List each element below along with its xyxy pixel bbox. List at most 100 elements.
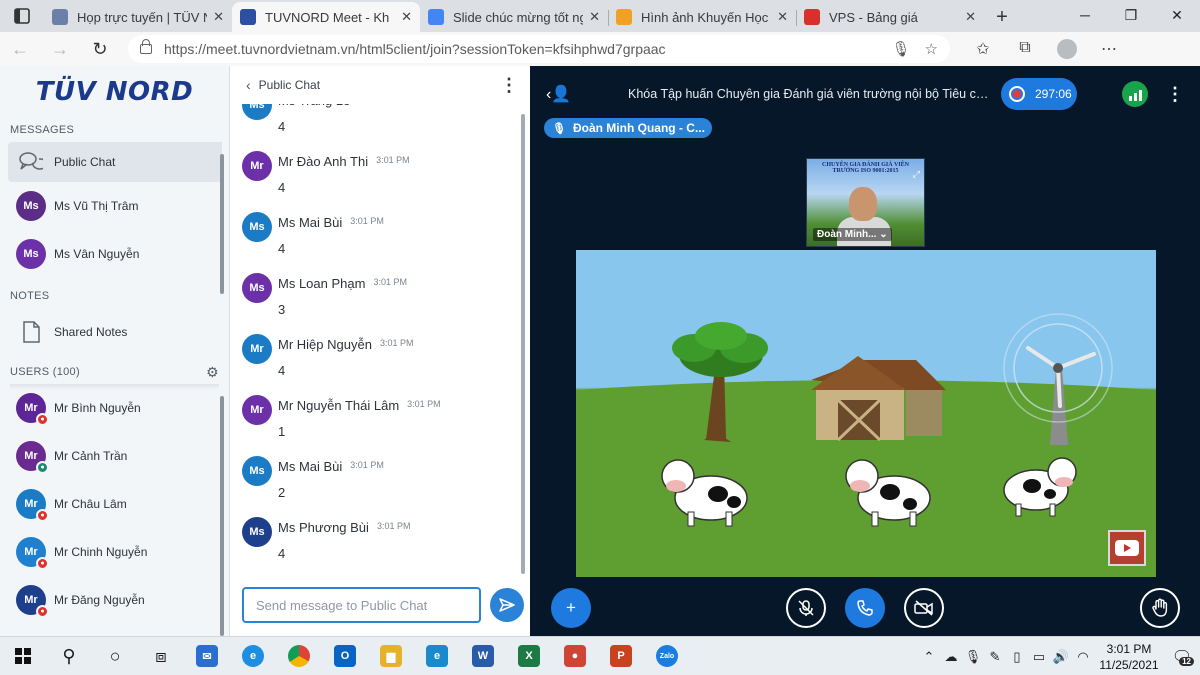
phone-icon <box>857 600 873 616</box>
users-scrollbar[interactable] <box>220 396 224 636</box>
webcam-name-label[interactable]: Đoàn Minh... ⌄ <box>813 228 892 241</box>
notification-center-icon[interactable]: 🗨12 <box>1164 647 1200 667</box>
meeting-favicon-icon <box>52 9 68 25</box>
file-explorer-icon[interactable]: ▆ <box>368 637 414 675</box>
private-chat-item[interactable]: Ms Ms Vân Nguyễn <box>0 230 229 278</box>
battery-icon[interactable]: ▭ <box>1028 649 1050 665</box>
chat-scrollbar[interactable] <box>521 114 525 574</box>
meeting-options-kebab-icon[interactable]: ⋮ <box>1166 84 1184 105</box>
chat-title[interactable]: Public Chat <box>259 78 320 92</box>
users-settings-gear-icon[interactable]: ⚙ <box>206 364 219 381</box>
word-icon[interactable]: W <box>460 637 506 675</box>
profile-icon[interactable] <box>1046 39 1088 59</box>
workspaces-icon[interactable] <box>0 0 44 32</box>
chat-timestamp: 3:01 PM <box>376 521 411 531</box>
search-icon[interactable]: ⚲ <box>46 637 92 675</box>
chevron-left-icon[interactable]: ‹ <box>246 77 251 93</box>
private-chat-item[interactable]: Ms Ms Vũ Thị Trâm <box>0 182 229 230</box>
collections-icon[interactable]: ⧉ <box>1004 39 1046 59</box>
outlook-icon[interactable]: O <box>322 637 368 675</box>
taskbar-clock[interactable]: 3:01 PM 11/25/2021 <box>1094 641 1164 673</box>
chat-message-body: Mr Đào Anh Thi 3:01 PM 4 <box>278 151 410 195</box>
notes-section-label: NOTES <box>0 284 229 308</box>
user-list-item[interactable]: Mr ● Mr Bình Nguyễn <box>0 384 229 432</box>
chat-message-input[interactable] <box>242 587 482 623</box>
pen-icon[interactable]: ✎ <box>984 649 1006 665</box>
minimize-icon[interactable]: ─ <box>1062 0 1108 30</box>
favorites-icon[interactable]: ✩ <box>962 39 1004 59</box>
user-list-item[interactable]: Mr ● Mr Chinh Nguyễn <box>0 528 229 576</box>
lock-icon[interactable] <box>140 39 152 54</box>
restore-icon[interactable]: ❐ <box>1108 0 1154 30</box>
browser-tab[interactable]: TUVNORD Meet - Kh ✕ <box>232 2 420 32</box>
send-message-button[interactable] <box>490 588 524 622</box>
chrome-profile-icon[interactable]: ● <box>552 637 598 675</box>
toggle-userlist-icon[interactable]: ‹👤 <box>546 84 586 104</box>
close-tab-icon[interactable]: ✕ <box>401 9 412 25</box>
forward-arrow-icon[interactable]: → <box>40 39 80 60</box>
zalo-icon[interactable]: Zalo <box>644 637 690 675</box>
mute-microphone-button[interactable] <box>786 588 826 628</box>
microphone-icon[interactable]: 🎙 <box>892 40 911 58</box>
talker-name: Đoàn Minh Quang - C... <box>572 121 705 135</box>
meeting-top-bar: ‹👤 Khóa Tập huấn Chuyên gia Đánh giá viê… <box>530 76 1200 112</box>
add-favorite-icon[interactable]: ☆ <box>925 40 938 58</box>
windows-start-icon[interactable] <box>0 637 46 675</box>
chat-message: Mr Mr Nguyễn Thái Lâm 3:01 PM 1 <box>242 395 512 439</box>
mail-icon[interactable]: ✉ <box>184 637 230 675</box>
user-list-item[interactable]: Mr ● Mr Châu Lâm <box>0 480 229 528</box>
browser-tab[interactable]: Hình ảnh Khuyến Học tải x ✕ <box>608 2 796 32</box>
chevron-up-icon[interactable]: ⌃ <box>918 649 940 665</box>
browser-tab[interactable]: Slide chúc mừng tốt nghiệ ✕ <box>420 2 608 32</box>
avatar-initials: Ms <box>249 465 265 477</box>
browser-tab[interactable]: VPS - Bảng giá ✕ <box>796 2 984 32</box>
chat-bubbles-icon <box>16 147 46 177</box>
reload-icon[interactable]: ↻ <box>80 39 120 60</box>
public-chat-item[interactable]: Public Chat <box>8 142 222 182</box>
actions-plus-button[interactable]: + <box>551 588 591 628</box>
powerpoint-icon[interactable]: P <box>598 637 644 675</box>
webcam-video[interactable]: CHUYÊN GIA ĐÁNH GIÁ VIÊN TRƯỞNG ISO 9001… <box>806 158 925 247</box>
leave-audio-button[interactable] <box>845 588 885 628</box>
new-tab-button[interactable]: + <box>984 2 1020 32</box>
cortana-icon[interactable]: ○ <box>92 637 138 675</box>
close-tab-icon[interactable]: ✕ <box>965 9 976 25</box>
recording-indicator[interactable]: 297:06 <box>1001 78 1077 110</box>
close-tab-icon[interactable]: ✕ <box>213 9 224 25</box>
url-field[interactable]: https://meet.tuvnordvietnam.vn/html5clie… <box>128 35 950 63</box>
close-tab-icon[interactable]: ✕ <box>589 9 600 25</box>
task-view-icon[interactable]: ⧈ <box>138 637 184 675</box>
chat-message-body: Ms Mai Bùi 3:01 PM 2 <box>278 456 384 500</box>
avatar-initials: Mr <box>250 343 264 355</box>
edge-icon[interactable]: e <box>414 637 460 675</box>
wifi-icon[interactable]: ◠ <box>1072 649 1094 665</box>
back-arrow-icon[interactable]: ← <box>0 39 40 60</box>
farm-scene-illustration <box>576 313 1156 577</box>
connection-status-icon[interactable] <box>1122 81 1148 107</box>
youtube-video-icon[interactable] <box>1108 530 1146 566</box>
volume-icon[interactable]: 🔊 <box>1050 649 1072 665</box>
close-tab-icon[interactable]: ✕ <box>777 9 788 25</box>
app-glyph: W <box>472 645 494 667</box>
user-list-item[interactable]: Mr ● Mr Cảnh Trần <box>0 432 229 480</box>
chat-options-kebab-icon[interactable]: ⋮ <box>500 75 518 96</box>
internet-explorer-icon[interactable]: e <box>230 637 276 675</box>
url-text[interactable]: https://meet.tuvnordvietnam.vn/html5clie… <box>164 41 878 57</box>
close-window-icon[interactable]: ✕ <box>1154 0 1200 30</box>
onedrive-cloud-icon[interactable]: ☁ <box>940 649 962 665</box>
microphone-tray-icon[interactable]: 🎙 <box>962 649 984 665</box>
excel-icon[interactable]: X <box>506 637 552 675</box>
shared-notes-item[interactable]: Shared Notes <box>0 308 229 356</box>
chat-message-text: 4 <box>278 546 286 561</box>
chrome-icon[interactable] <box>276 637 322 675</box>
share-webcam-button[interactable] <box>904 588 944 628</box>
raise-hand-button[interactable] <box>1140 588 1180 628</box>
chat-message-text: 4 <box>278 363 286 378</box>
phone-link-icon[interactable]: ▯ <box>1006 649 1028 665</box>
user-list-item[interactable]: Mr ● Mr Đăng Nguyễn <box>0 576 229 624</box>
expand-icon[interactable]: ⤢ <box>913 169 920 180</box>
settings-more-icon[interactable]: ⋯ <box>1088 39 1130 59</box>
messages-scrollbar[interactable] <box>220 154 224 294</box>
browser-tab-title: Slide chúc mừng tốt nghiệ <box>453 9 583 25</box>
browser-tab[interactable]: Họp trực tuyến | TÜV NORD ✕ <box>44 2 232 32</box>
